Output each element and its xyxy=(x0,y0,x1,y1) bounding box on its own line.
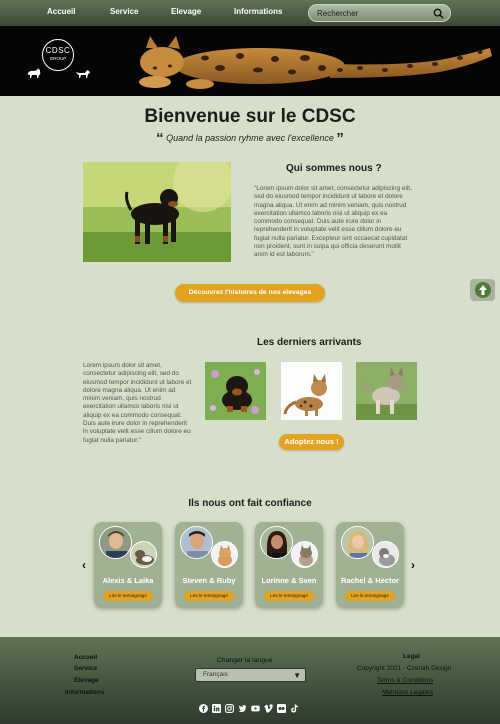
avatar xyxy=(341,526,374,559)
testimonial-card: Alexis & Laika Lire le temoignage xyxy=(94,522,162,607)
scroll-top-circle xyxy=(475,282,491,298)
hero-banner: CDSC GROUP xyxy=(0,26,500,96)
nav-accueil[interactable]: Accueil xyxy=(47,7,75,16)
pet-avatar xyxy=(372,541,399,568)
cat-silhouette-icon xyxy=(27,68,41,78)
search-bar xyxy=(308,4,451,22)
instagram-icon[interactable] xyxy=(225,704,234,713)
quote-open: “ xyxy=(156,130,164,147)
scroll-top-button[interactable] xyxy=(470,279,495,301)
arrivals-heading: Les derniers arrivants xyxy=(257,337,362,348)
testimonial-name: Rachel & Hector xyxy=(341,576,399,585)
pet-avatar xyxy=(211,541,238,568)
puppy-photo[interactable] xyxy=(205,362,266,420)
facebook-icon[interactable] xyxy=(199,704,208,713)
cdsc-logo[interactable]: CDSC GROUP xyxy=(42,39,74,71)
top-nav: Accueil Service Elevage Informations xyxy=(0,0,500,26)
testimonial-card: Steven & Ruby Lire le temoignage xyxy=(175,522,243,607)
language-select[interactable]: Français ▼ xyxy=(195,668,306,682)
wolfdog-puppy-photo[interactable] xyxy=(356,362,417,420)
read-testimonial-button[interactable]: Lire le temoignage xyxy=(184,591,234,601)
about-heading: Qui sommes nous ? xyxy=(286,163,382,174)
pet-avatar xyxy=(130,541,157,568)
read-testimonial-button[interactable]: Lire le temoignage xyxy=(345,591,395,601)
discover-history-button[interactable]: Découvrez l'histoires de nos elevages xyxy=(175,284,325,302)
avatar xyxy=(180,526,213,559)
testimonial-name: Lorinne & Sven xyxy=(261,576,317,585)
avatar xyxy=(260,526,293,559)
legal-heading: Legal xyxy=(403,653,420,660)
read-testimonial-button[interactable]: Lire le temoignage xyxy=(103,591,153,601)
bengal-cat-image xyxy=(139,36,492,89)
flickr-icon[interactable] xyxy=(277,704,286,713)
footer-link-service[interactable]: Service xyxy=(74,665,97,672)
youtube-icon[interactable] xyxy=(251,704,260,713)
testimonial-card: Lorinne & Sven Lire le temoignage xyxy=(255,522,323,607)
carousel-prev-button[interactable]: ‹ xyxy=(82,558,86,572)
search-input[interactable] xyxy=(317,7,432,19)
language-value: Français xyxy=(203,671,228,678)
search-icon[interactable] xyxy=(433,8,444,19)
footer-link-accueil[interactable]: Accueil xyxy=(74,654,97,661)
logo-subtext: GROUP xyxy=(49,56,67,61)
arrivals-text: Lorem ipsum dolor sit amet, consectetur … xyxy=(83,362,192,444)
quote-close: ” xyxy=(336,130,344,147)
language-label: Changer la langue xyxy=(217,657,273,664)
pet-avatar xyxy=(291,541,318,568)
tagline: “ Quand la passion ryhme avec l'excellen… xyxy=(0,128,500,147)
about-text: "Lorem ipsum dolor sit amet, consectetur… xyxy=(254,185,412,259)
adopt-button[interactable]: Adoptez nous ! xyxy=(279,434,344,450)
footer-link-elevage[interactable]: Elevage xyxy=(74,677,99,684)
linkedin-icon[interactable] xyxy=(212,704,221,713)
footer-link-informations[interactable]: Informations xyxy=(65,689,104,696)
tiktok-icon[interactable] xyxy=(290,704,299,713)
dog-silhouette-icon xyxy=(76,70,90,78)
logo-text: CDSC xyxy=(45,46,71,55)
testimonial-name: Steven & Ruby xyxy=(182,576,236,585)
kitten-photo[interactable] xyxy=(281,362,342,420)
chevron-down-icon: ▼ xyxy=(293,671,301,680)
testimonial-card: Rachel & Hector Lire le temoignage xyxy=(336,522,404,607)
testimonial-name: Alexis & Laika xyxy=(102,576,154,585)
avatar xyxy=(99,526,132,559)
mentions-legales-link[interactable]: Mentions Legales xyxy=(382,689,433,696)
page-title: Bienvenue sur le CDSC xyxy=(144,106,356,127)
arrow-up-icon xyxy=(479,285,487,295)
nav-informations[interactable]: Informations xyxy=(234,7,282,16)
read-testimonial-button[interactable]: Lire le temoignage xyxy=(264,591,314,601)
nav-elevage[interactable]: Elevage xyxy=(171,7,201,16)
testimonials-heading: Ils nous ont fait confiance xyxy=(188,498,312,509)
twitter-icon[interactable] xyxy=(238,704,247,713)
carousel-next-button[interactable]: › xyxy=(411,558,415,572)
copyright-text: Copyright 2021 - Czeriah Design xyxy=(357,665,452,672)
rottweiler-photo xyxy=(83,162,231,262)
terms-link[interactable]: Terms & Conditions xyxy=(377,677,433,684)
nav-service[interactable]: Service xyxy=(110,7,138,16)
vimeo-icon[interactable] xyxy=(264,704,273,713)
tagline-text: Quand la passion ryhme avec l'excellence xyxy=(166,133,334,143)
